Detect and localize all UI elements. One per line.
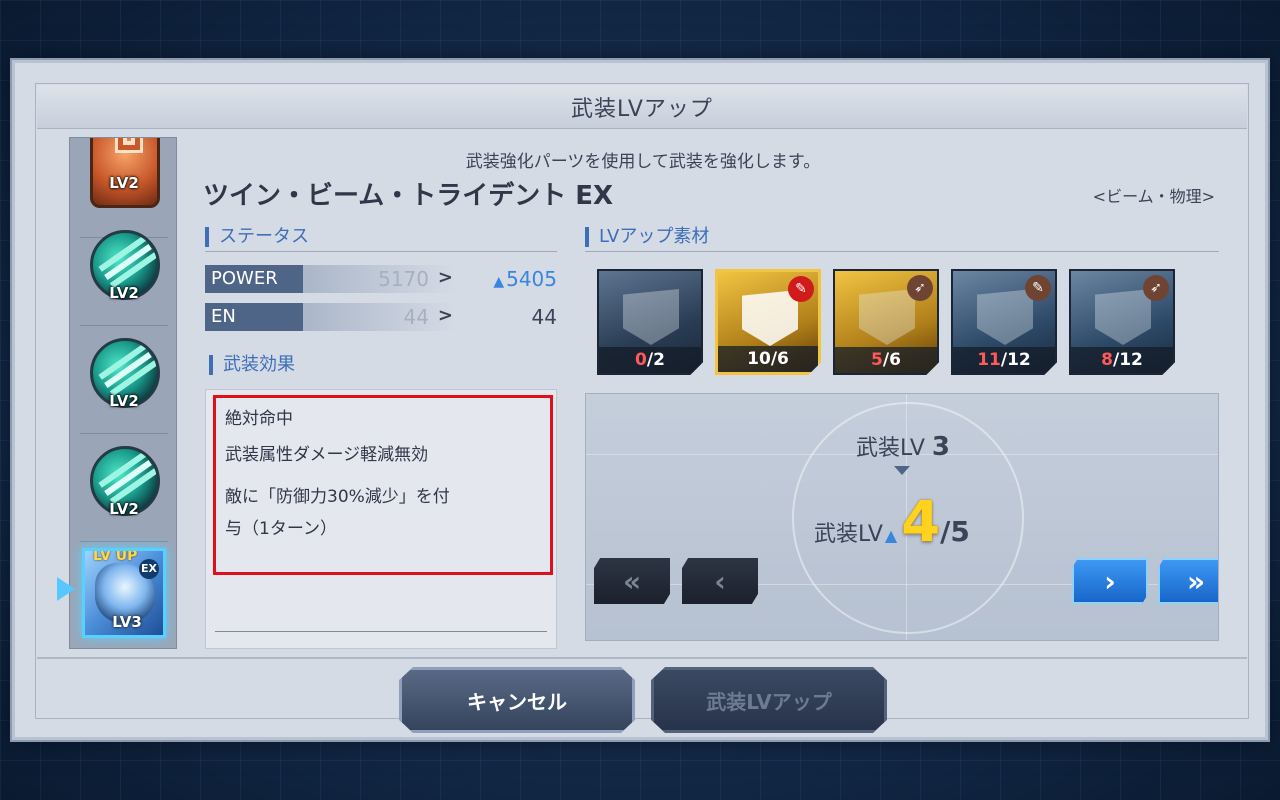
slot-level-label: LV3: [112, 613, 142, 631]
lv-up-label: LV UP: [93, 548, 138, 564]
stat-name: POWER: [205, 265, 303, 293]
brown-feather-icon: ✎: [1025, 275, 1051, 301]
stat-name: EN: [205, 303, 303, 331]
max-level: /5: [940, 515, 970, 548]
new-level-value: 4: [901, 490, 941, 555]
weapon-slot-3[interactable]: LV2: [80, 326, 168, 434]
brown-arrow-icon: ➶: [907, 275, 933, 301]
new-level: 武装LV ▲ 4 /5: [814, 490, 970, 555]
increase-arrow-icon: ▲: [884, 526, 898, 545]
ex-badge: EX: [139, 559, 159, 579]
weapon-lvup-dialog: 武装LVアップ 武装強化パーツを使用して武装を強化します。 LV2 LV2 LV…: [12, 60, 1268, 740]
level-increase-button[interactable]: ›: [1072, 558, 1148, 604]
status-heading: ステータス: [205, 227, 309, 247]
level-decrease-button[interactable]: ‹: [682, 558, 758, 604]
part-emblem-icon: [1095, 289, 1151, 345]
increase-arrow-icon: ▲: [493, 274, 505, 290]
effect-line: 武装属性ダメージ軽減無効: [225, 445, 429, 465]
level-selector: 武装LV 3 武装LV ▲ 4 /5 « ‹ › »: [585, 393, 1219, 641]
material-have: 0: [635, 350, 647, 370]
dialog-title: 武装LVアップ: [571, 96, 713, 122]
footer-divider: [37, 657, 1247, 659]
material-need: /12: [1112, 350, 1143, 370]
material-have: 5: [871, 350, 883, 370]
material-need: /12: [1000, 350, 1031, 370]
effect-line: 絶対命中: [225, 409, 293, 429]
stat-new-value: 44: [531, 305, 557, 329]
stat-arrow-icon: >: [437, 267, 453, 288]
grid-part-icon: [115, 138, 143, 153]
weapon-slot-list[interactable]: LV2 LV2 LV2 LV2 LV UP EX LV3: [69, 137, 177, 649]
level-max-button[interactable]: »: [1158, 558, 1218, 604]
part-emblem-icon: [859, 289, 915, 345]
part-emblem-icon: [623, 289, 679, 345]
level-min-button[interactable]: «: [594, 558, 670, 604]
material-item[interactable]: ➶ 5/6: [833, 269, 939, 375]
materials-divider: [585, 251, 1219, 252]
material-count: 8/12: [1071, 347, 1173, 373]
material-have: 8: [1101, 350, 1113, 370]
slot-level-label: LV2: [109, 392, 139, 410]
orange-part-icon: [90, 138, 160, 208]
material-need: /6: [770, 349, 789, 369]
new-level-label: 武装LV: [814, 522, 883, 547]
material-item[interactable]: ✎ 11/12: [951, 269, 1057, 375]
stat-old-value: 44: [403, 305, 429, 329]
part-emblem-icon: [742, 290, 798, 346]
effect-line: 与（1ターン）: [225, 519, 337, 539]
material-need: /6: [882, 350, 901, 370]
material-count: 11/12: [953, 347, 1055, 373]
status-divider: [205, 251, 557, 252]
weapon-slot-2[interactable]: LV2: [80, 218, 168, 326]
selection-pointer-icon: [57, 577, 75, 601]
material-item-selected[interactable]: ✎ 10/6: [715, 269, 821, 375]
materials-heading: LVアップ素材: [585, 227, 709, 247]
dialog-subtitle: 武装強化パーツを使用して武装を強化します。: [465, 152, 821, 172]
effect-divider: [215, 631, 547, 632]
effect-heading: 武装効果: [209, 355, 295, 375]
weapon-lvup-button[interactable]: 武装LVアップ: [651, 667, 887, 733]
brown-arrow-icon: ➶: [1143, 275, 1169, 301]
current-level: 武装LV 3: [586, 430, 1218, 462]
weapon-name: ツイン・ビーム・トライデント EX: [203, 181, 614, 211]
slot-level-label: LV2: [109, 500, 139, 518]
current-level-label: 武装LV: [856, 436, 925, 461]
material-count: 5/6: [835, 347, 937, 373]
cancel-button[interactable]: キャンセル: [399, 667, 635, 733]
stat-row-power: POWER 5170 > ▲ 5405: [205, 265, 557, 293]
dialog-title-bar: 武装LVアップ: [37, 85, 1247, 129]
weapon-type: <ビーム・物理>: [1092, 187, 1215, 206]
stat-arrow-icon: >: [437, 305, 453, 326]
material-have: 11: [977, 350, 1001, 370]
material-item[interactable]: 0/2: [597, 269, 703, 375]
chevron-down-icon: [894, 466, 910, 475]
current-level-value: 3: [931, 432, 950, 462]
material-count: 0/2: [599, 347, 701, 373]
material-need: /2: [646, 350, 665, 370]
slot-level-label: LV2: [109, 174, 139, 192]
slot-level-label: LV2: [109, 284, 139, 302]
part-emblem-icon: [977, 289, 1033, 345]
stat-old-value: 5170: [378, 267, 429, 291]
weapon-slot-selected[interactable]: LV UP EX LV3: [82, 548, 166, 638]
material-have: 10: [747, 349, 771, 369]
material-count: 10/6: [718, 346, 818, 372]
material-item[interactable]: ➶ 8/12: [1069, 269, 1175, 375]
stat-row-en: EN 44 > 44: [205, 303, 557, 331]
stat-bar: [303, 303, 557, 331]
stat-new-value: ▲ 5405: [493, 267, 557, 291]
red-feather-icon: ✎: [788, 276, 814, 302]
effect-line: 敵に「防御力30%減少」を付: [225, 487, 450, 507]
weapon-slot-4[interactable]: LV2: [80, 434, 168, 542]
stat-new-number: 5405: [506, 267, 557, 291]
